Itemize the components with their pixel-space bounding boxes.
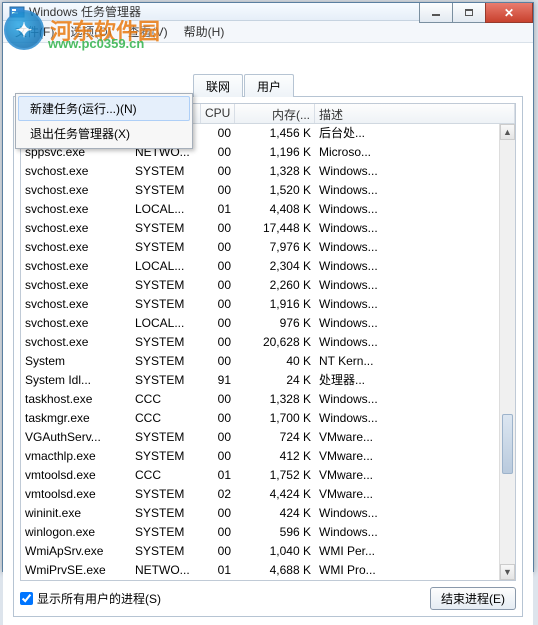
table-row[interactable]: winlogon.exeSYSTEM00596 KWindows...: [21, 523, 515, 542]
table-row[interactable]: taskmgr.exeCCC001,700 KWindows...: [21, 409, 515, 428]
show-all-users-input[interactable]: [20, 592, 33, 605]
end-process-button[interactable]: 结束进程(E): [430, 587, 516, 610]
menu-item-exit[interactable]: 退出任务管理器(X): [18, 121, 190, 146]
table-row[interactable]: wininit.exeSYSTEM00424 KWindows...: [21, 504, 515, 523]
table-row[interactable]: svchost.exeSYSTEM001,328 KWindows...: [21, 162, 515, 181]
vertical-scrollbar[interactable]: ▲ ▼: [499, 124, 515, 580]
col-description[interactable]: 描述: [315, 104, 515, 123]
table-row[interactable]: svchost.exeLOCAL...014,408 KWindows...: [21, 200, 515, 219]
table-row[interactable]: svchost.exeSYSTEM0020,628 KWindows...: [21, 333, 515, 352]
table-row[interactable]: VGAuthServ...SYSTEM00724 KVMware...: [21, 428, 515, 447]
table-row[interactable]: WmiApSrv.exeSYSTEM001,040 KWMI Per...: [21, 542, 515, 561]
table-row[interactable]: SystemSYSTEM0040 KNT Kern...: [21, 352, 515, 371]
show-all-users-checkbox[interactable]: 显示所有用户的进程(S): [20, 590, 161, 607]
table-row[interactable]: svchost.exeLOCAL...00976 KWindows...: [21, 314, 515, 333]
app-icon: [9, 4, 25, 20]
tab-users[interactable]: 用户: [244, 74, 294, 97]
titlebar: Windows 任务管理器 ✕: [3, 3, 533, 21]
minimize-button[interactable]: [419, 3, 453, 23]
scroll-up-icon[interactable]: ▲: [500, 124, 515, 140]
table-row[interactable]: svchost.exeLOCAL...002,304 KWindows...: [21, 257, 515, 276]
col-memory[interactable]: 内存(...: [235, 104, 315, 123]
process-rows[interactable]: spoolsv.exeSYSTEM001,456 K后台处...sppsvc.e…: [21, 124, 515, 580]
table-row[interactable]: svchost.exeSYSTEM002,260 KWindows...: [21, 276, 515, 295]
menu-file[interactable]: 文件(F): [7, 21, 62, 42]
file-menu-dropdown: 新建任务(运行...)(N) 退出任务管理器(X): [15, 93, 193, 149]
table-row[interactable]: WmiPrvSE.exeNETWO...014,688 KWMI Pro...: [21, 561, 515, 580]
close-button[interactable]: ✕: [485, 3, 533, 23]
menu-options[interactable]: 选项(O): [62, 21, 119, 42]
panel-footer: 显示所有用户的进程(S) 结束进程(E): [20, 581, 516, 610]
col-cpu[interactable]: CPU: [201, 104, 235, 123]
processes-panel: 映像名称 用户名 CPU 内存(... 描述 spoolsv.exeSYSTEM…: [13, 97, 523, 617]
table-row[interactable]: svchost.exeSYSTEM001,520 KWindows...: [21, 181, 515, 200]
table-row[interactable]: System Idl...SYSTEM9124 K处理器...: [21, 371, 515, 390]
client-area: 联网 用户 映像名称 用户名 CPU 内存(... 描述 spoolsv.exe…: [3, 43, 533, 625]
table-row[interactable]: vmacthlp.exeSYSTEM00412 KVMware...: [21, 447, 515, 466]
menubar: 文件(F) 选项(O) 查看(V) 帮助(H): [3, 21, 533, 43]
menu-help[interactable]: 帮助(H): [176, 21, 233, 42]
menu-view[interactable]: 查看(V): [120, 21, 176, 42]
table-row[interactable]: svchost.exeSYSTEM0017,448 KWindows...: [21, 219, 515, 238]
maximize-button[interactable]: [452, 3, 486, 23]
task-manager-window: Windows 任务管理器 ✕ 文件(F) 选项(O) 查看(V) 帮助(H) …: [2, 2, 534, 572]
window-buttons: ✕: [420, 3, 533, 23]
tab-networking[interactable]: 联网: [193, 74, 243, 97]
table-row[interactable]: vmtoolsd.exeCCC011,752 KVMware...: [21, 466, 515, 485]
process-list: 映像名称 用户名 CPU 内存(... 描述 spoolsv.exeSYSTEM…: [20, 103, 516, 581]
menu-item-new-task[interactable]: 新建任务(运行...)(N): [18, 96, 190, 121]
table-row[interactable]: vmtoolsd.exeSYSTEM024,424 KVMware...: [21, 485, 515, 504]
show-all-users-label: 显示所有用户的进程(S): [37, 590, 161, 607]
table-row[interactable]: svchost.exeSYSTEM001,916 KWindows...: [21, 295, 515, 314]
table-row[interactable]: svchost.exeSYSTEM007,976 KWindows...: [21, 238, 515, 257]
scroll-thumb[interactable]: [502, 414, 513, 474]
scroll-down-icon[interactable]: ▼: [500, 564, 515, 580]
table-row[interactable]: taskhost.exeCCC001,328 KWindows...: [21, 390, 515, 409]
